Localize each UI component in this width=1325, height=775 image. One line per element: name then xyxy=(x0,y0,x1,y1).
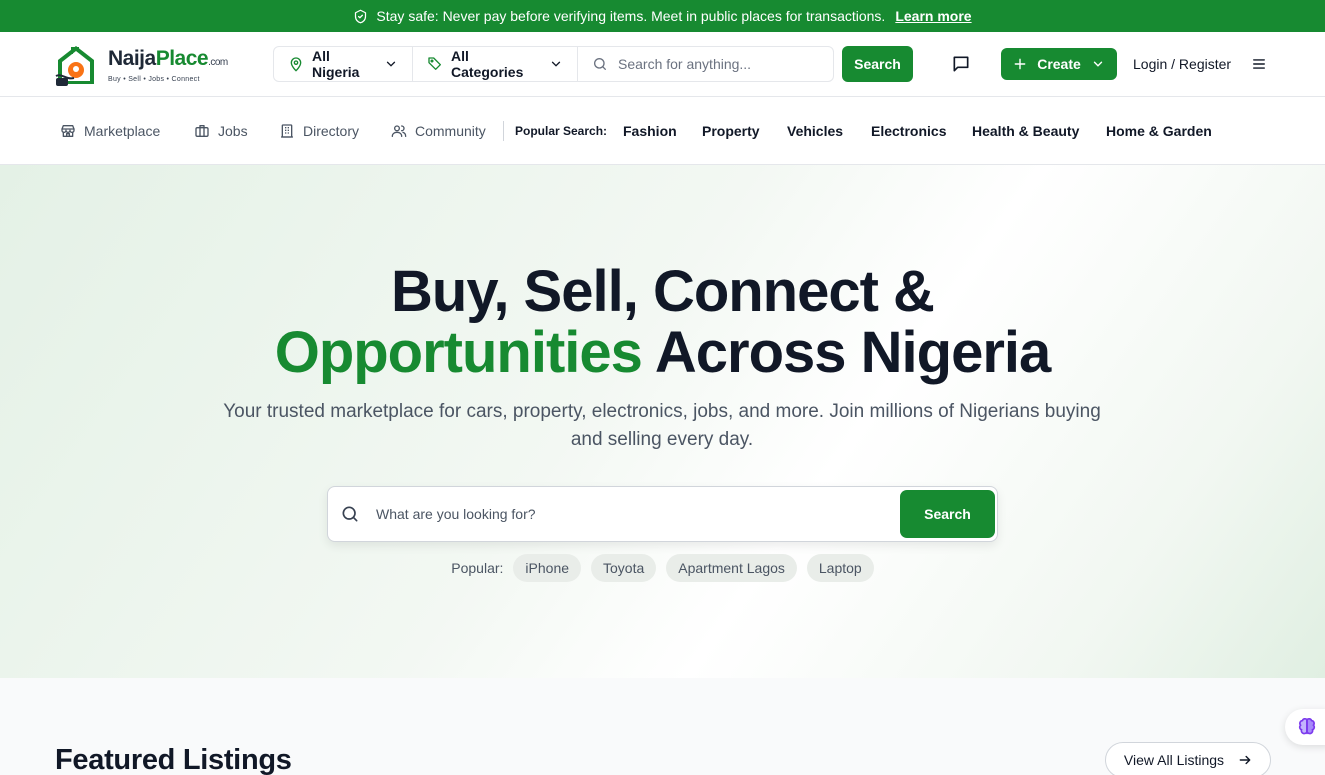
hero-search-input[interactable] xyxy=(376,503,876,525)
hero-search-box: Search xyxy=(327,486,998,542)
nav-item-community[interactable]: Community xyxy=(391,123,486,139)
search-icon xyxy=(340,504,360,524)
popular-search-label: Popular Search: xyxy=(515,124,608,138)
featured-section: Featured Listings View All Listings xyxy=(0,678,1325,775)
hero-title-rest: Across Nigeria xyxy=(654,320,1051,385)
nav-item-marketplace[interactable]: Marketplace xyxy=(60,123,160,139)
popular-link-health-beauty[interactable]: Health & Beauty xyxy=(972,123,1079,139)
logo-mark-icon xyxy=(52,40,104,90)
building-icon xyxy=(279,123,295,139)
view-all-label: View All Listings xyxy=(1123,752,1225,768)
popular-link-fashion[interactable]: Fashion xyxy=(623,123,677,139)
chip-apartment-lagos[interactable]: Apartment Lagos xyxy=(666,554,797,582)
logo-tagline: Buy • Sell • Jobs • Connect xyxy=(108,75,200,83)
header-search-bar: All Nigeria All Categories xyxy=(273,46,834,82)
banner-text: Stay safe: Never pay before verifying it… xyxy=(376,8,886,24)
popular-label: Popular: xyxy=(451,560,504,576)
chip-iphone[interactable]: iPhone xyxy=(513,554,582,582)
create-button[interactable]: Create xyxy=(1001,48,1117,80)
popular-link-property[interactable]: Property xyxy=(702,123,760,139)
logo-brand-dark: Naija xyxy=(108,46,156,70)
create-label: Create xyxy=(1037,56,1081,72)
popular-link-vehicles[interactable]: Vehicles xyxy=(787,123,843,139)
chevron-down-icon xyxy=(384,57,398,71)
logo-suffix: .com xyxy=(208,56,228,68)
location-select[interactable]: All Nigeria xyxy=(274,47,413,81)
popular-link-home-garden[interactable]: Home & Garden xyxy=(1106,123,1212,139)
users-icon xyxy=(391,123,407,139)
nav-label: Directory xyxy=(303,123,360,139)
nav-label: Jobs xyxy=(218,123,248,139)
arrow-right-icon xyxy=(1238,753,1252,767)
nav-item-jobs[interactable]: Jobs xyxy=(194,123,248,139)
chevron-down-icon xyxy=(1091,57,1105,71)
hamburger-menu-icon[interactable] xyxy=(1252,57,1266,71)
site-logo[interactable]: NaijaPlace.com Buy • Sell • Jobs • Conne… xyxy=(52,40,228,90)
nav-label: Marketplace xyxy=(84,123,161,139)
nav-label: Community xyxy=(415,123,486,139)
hero-title-line1: Buy, Sell, Connect & xyxy=(391,259,935,324)
brain-icon xyxy=(1296,716,1318,738)
location-value: All Nigeria xyxy=(312,48,360,80)
category-value: All Categories xyxy=(451,48,524,80)
safety-banner: Stay safe: Never pay before verifying it… xyxy=(0,0,1325,32)
popular-chips: Popular: iPhone Toyota Apartment Lagos L… xyxy=(0,554,1325,582)
header-search-field xyxy=(578,47,833,81)
chevron-down-icon xyxy=(549,57,563,71)
hero-subtitle: Your trusted marketplace for cars, prope… xyxy=(223,401,1101,450)
plus-icon xyxy=(1013,57,1027,71)
header-search-button[interactable]: Search xyxy=(842,46,913,82)
popular-link-electronics[interactable]: Electronics xyxy=(871,123,946,139)
nav-item-directory[interactable]: Directory xyxy=(279,123,359,139)
site-header: NaijaPlace.com Buy • Sell • Jobs • Conne… xyxy=(0,32,1325,97)
hero-section: Buy, Sell, Connect & Opportunities Acros… xyxy=(0,165,1325,678)
message-icon[interactable] xyxy=(951,54,971,74)
category-select[interactable]: All Categories xyxy=(413,47,578,81)
main-nav: Marketplace Jobs Directory Community Pop… xyxy=(0,97,1325,165)
hero-title-highlight: Opportunities xyxy=(274,320,643,385)
learn-more-link[interactable]: Learn more xyxy=(895,8,971,24)
login-register-link[interactable]: Login / Register xyxy=(1133,56,1231,72)
view-all-listings-button[interactable]: View All Listings xyxy=(1105,742,1271,775)
chip-laptop[interactable]: Laptop xyxy=(806,554,874,582)
search-icon xyxy=(592,56,608,72)
chip-toyota[interactable]: Toyota xyxy=(591,554,657,582)
hero-title: Buy, Sell, Connect & Opportunities Acros… xyxy=(0,261,1325,383)
header-search-input[interactable] xyxy=(618,56,818,72)
shield-check-icon xyxy=(353,9,368,24)
nav-divider xyxy=(503,121,504,141)
logo-brand-green: Place xyxy=(155,46,209,70)
store-icon xyxy=(60,123,76,139)
featured-title: Featured Listings xyxy=(55,744,292,775)
map-pin-icon xyxy=(288,56,304,72)
briefcase-icon xyxy=(194,123,210,139)
tag-icon xyxy=(427,56,443,72)
hero-search-button[interactable]: Search xyxy=(900,490,995,538)
ai-assistant-button[interactable] xyxy=(1285,709,1325,745)
